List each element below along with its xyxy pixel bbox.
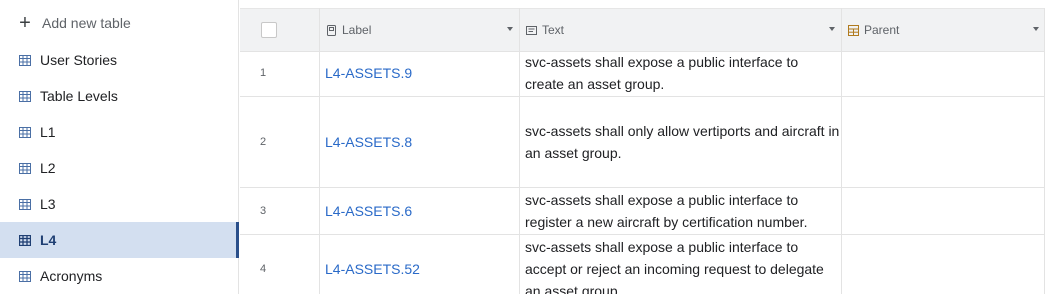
table-icon	[19, 162, 31, 174]
sidebar-item-l1[interactable]: L1	[0, 114, 239, 150]
table-icon	[19, 270, 31, 282]
table-row[interactable]: 1 L4-ASSETS.9 svc-assets shall expose a …	[240, 50, 1045, 97]
column-header-text[interactable]: Text	[519, 9, 841, 51]
sidebar-item-label: Acronyms	[40, 268, 103, 284]
column-header-row: Label Text Parent	[240, 8, 1045, 52]
table-icon	[19, 54, 31, 66]
table-row[interactable]: 2 L4-ASSETS.8 svc-assets shall only allo…	[240, 97, 1045, 188]
sidebar-item-table-levels[interactable]: Table Levels	[0, 78, 239, 114]
sidebar-item-label: User Stories	[40, 52, 118, 68]
column-divider	[841, 8, 842, 294]
column-header-parent-text: Parent	[864, 23, 900, 37]
plus-icon: +	[19, 12, 31, 34]
column-divider	[319, 8, 320, 294]
chevron-down-icon[interactable]	[829, 27, 835, 31]
row-label-link[interactable]: L4-ASSETS.52	[325, 261, 420, 277]
column-header-parent[interactable]: Parent	[841, 9, 1045, 51]
row-number: 3	[260, 205, 267, 217]
sidebar-item-user-stories[interactable]: User Stories	[0, 42, 239, 78]
column-divider	[519, 8, 520, 294]
row-number: 4	[260, 263, 267, 275]
select-all-cell	[240, 9, 319, 51]
row-label-link[interactable]: L4-ASSETS.8	[325, 134, 412, 150]
row-label-link[interactable]: L4-ASSETS.6	[325, 203, 412, 219]
sidebar-item-label: L3	[40, 196, 56, 212]
text-field-icon	[526, 25, 537, 36]
column-header-label[interactable]: Label	[319, 9, 519, 51]
sidebar: + Add new table User Stories Table Level…	[0, 0, 239, 294]
row-label-link[interactable]: L4-ASSETS.9	[325, 65, 412, 81]
label-field-icon	[326, 24, 337, 36]
row-number: 1	[260, 67, 267, 79]
parent-link-icon	[848, 24, 859, 36]
sidebar-item-label: L4	[40, 232, 57, 248]
sidebar-item-label: L2	[40, 160, 56, 176]
column-header-text-text: Text	[542, 23, 565, 37]
sidebar-item-label: Table Levels	[40, 88, 118, 104]
add-new-table-label: Add new table	[42, 15, 131, 31]
table-row[interactable]: 4 L4-ASSETS.52 svc-assets shall expose a…	[240, 235, 1045, 294]
column-header-label-text: Label	[342, 23, 372, 37]
table-icon	[19, 90, 31, 102]
data-grid: Label Text Parent 1 L4-ASSETS.9 svc-asse…	[240, 0, 1045, 294]
sidebar-item-acronyms[interactable]: Acronyms	[0, 258, 239, 294]
table-icon	[19, 198, 31, 210]
add-new-table-button[interactable]: + Add new table	[0, 5, 239, 41]
chevron-down-icon[interactable]	[1033, 27, 1039, 31]
sidebar-item-label: L1	[40, 124, 56, 140]
chevron-down-icon[interactable]	[507, 27, 513, 31]
table-icon	[19, 234, 31, 246]
table-icon	[19, 126, 31, 138]
row-text[interactable]: svc-assets shall expose a public interfa…	[525, 189, 840, 233]
sidebar-item-l2[interactable]: L2	[0, 150, 239, 186]
sidebar-item-l4[interactable]: L4	[0, 222, 239, 258]
row-text[interactable]: svc-assets shall only allow vertiports a…	[525, 120, 840, 164]
select-all-checkbox[interactable]	[261, 22, 277, 38]
row-number: 2	[260, 136, 267, 148]
sidebar-item-l3[interactable]: L3	[0, 186, 239, 222]
table-row[interactable]: 3 L4-ASSETS.6 svc-assets shall expose a …	[240, 188, 1045, 235]
row-text[interactable]: svc-assets shall expose a public interfa…	[525, 51, 840, 95]
row-text[interactable]: svc-assets shall expose a public interfa…	[525, 236, 840, 294]
